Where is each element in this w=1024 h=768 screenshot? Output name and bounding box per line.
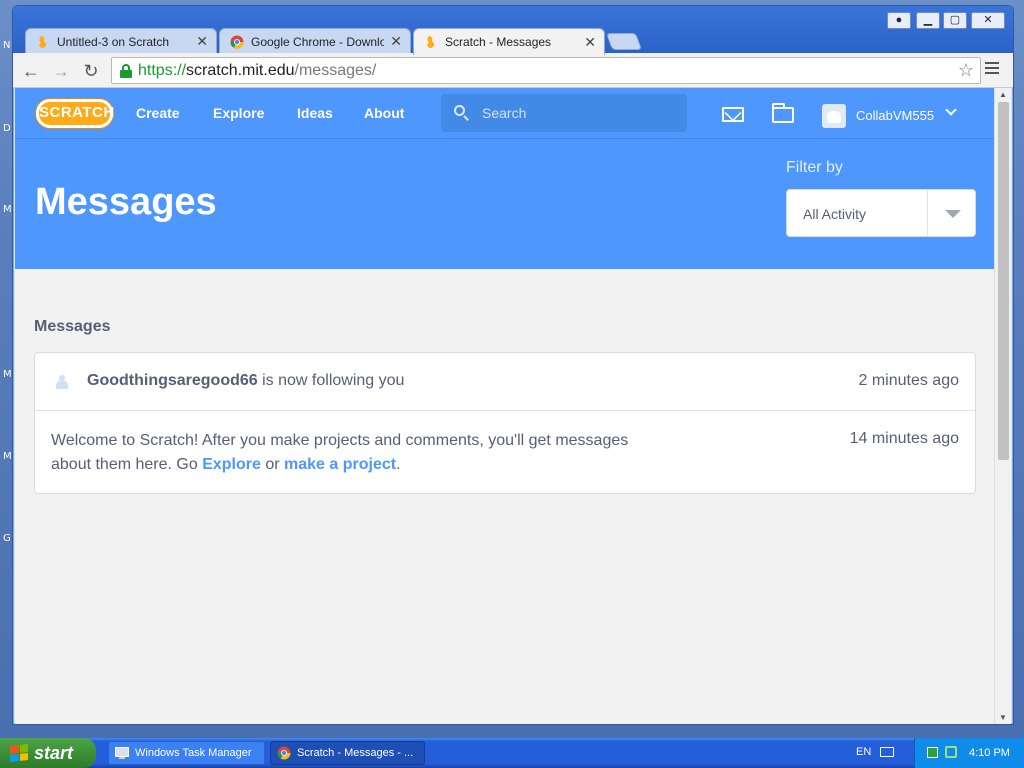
taskbar-item-scratch-messages[interactable]: Scratch - Messages - ... — [270, 741, 425, 765]
taskbar-item-task-manager[interactable]: Windows Task Manager — [108, 741, 265, 765]
taskbar-item-label: Windows Task Manager — [135, 747, 252, 759]
close-tab-icon[interactable]: ✕ — [196, 33, 208, 50]
welcome-text: Welcome to Scratch! After you make proje… — [51, 432, 629, 473]
desktop-icon-label: M — [3, 451, 12, 462]
search-placeholder: Search — [482, 105, 527, 121]
reload-icon[interactable]: ↻ — [79, 59, 103, 83]
minimize-button[interactable]: ▁ — [916, 12, 940, 29]
scratch-logo[interactable]: SCRATCH — [36, 99, 114, 128]
search-input[interactable]: Search — [441, 94, 687, 132]
address-bar[interactable]: https://scratch.mit.edu/messages/ ☆ — [111, 57, 981, 84]
taskbar-item-label: Scratch - Messages - ... — [297, 747, 414, 759]
tray-app-icon[interactable] — [927, 747, 938, 758]
desktop-icon-label: G — [3, 533, 11, 544]
username[interactable]: CollabVM555 — [856, 108, 934, 123]
scrollbar[interactable]: ▲ ▼ — [994, 88, 1011, 724]
desktop-icon-label: M — [3, 204, 12, 215]
messages-banner: Messages Filter by All Activity — [15, 139, 994, 269]
messages-mail-icon[interactable] — [722, 107, 744, 122]
system-tray: 4:10 PM — [914, 738, 1024, 768]
start-label: start — [34, 742, 74, 763]
close-window-button[interactable]: ✕ — [971, 12, 1005, 29]
bookmark-star-icon[interactable]: ☆ — [958, 60, 974, 81]
my-stuff-folder-icon[interactable] — [772, 103, 794, 123]
page-title: Messages — [35, 181, 217, 223]
explore-link[interactable]: Explore — [202, 456, 261, 473]
desktop-icon-label: D — [3, 123, 11, 134]
make-project-link[interactable]: make a project — [284, 456, 396, 473]
start-button[interactable]: start — [0, 738, 96, 768]
filter-label: Filter by — [786, 159, 843, 176]
scratch-navbar: SCRATCH Create Explore Ideas About Searc… — [15, 88, 994, 139]
scratch-favicon-icon — [39, 35, 47, 48]
filter-select[interactable]: All Activity — [786, 189, 976, 237]
forward-arrow-icon[interactable]: → — [49, 59, 73, 83]
close-tab-icon[interactable]: ✕ — [390, 33, 402, 50]
nav-create[interactable]: Create — [136, 105, 180, 121]
message-list: Goodthingsaregood66 is now following you… — [34, 352, 976, 494]
chrome-menu-icon[interactable] — [985, 62, 999, 76]
scratch-favicon-icon — [427, 36, 435, 48]
user-profile-button[interactable]: ● — [887, 12, 911, 29]
section-title: Messages — [34, 318, 111, 335]
task-manager-icon — [115, 747, 129, 759]
tab-untitled-scratch[interactable]: Untitled-3 on Scratch ✕ — [25, 28, 217, 54]
network-icon[interactable] — [945, 746, 957, 758]
scroll-up-icon[interactable]: ▲ — [999, 90, 1007, 99]
caret-down-icon — [945, 210, 961, 218]
nav-about[interactable]: About — [364, 105, 404, 121]
new-tab-button[interactable] — [605, 33, 643, 50]
list-item: Goodthingsaregood66 is now following you… — [35, 353, 975, 411]
avatar[interactable] — [822, 104, 846, 128]
chrome-favicon-icon — [230, 35, 244, 48]
tab-title: Untitled-3 on Scratch — [57, 34, 170, 49]
nav-ideas[interactable]: Ideas — [297, 105, 333, 121]
message-time: 2 minutes ago — [858, 372, 959, 389]
username-link[interactable]: Goodthingsaregood66 — [87, 372, 258, 389]
maximize-button[interactable]: ▢ — [943, 12, 967, 29]
list-item: Welcome to Scratch! After you make proje… — [35, 411, 975, 493]
tab-strip: Untitled-3 on Scratch ✕ Google Chrome - … — [13, 6, 1013, 55]
nav-explore[interactable]: Explore — [213, 105, 264, 121]
scrollbar-thumb[interactable] — [998, 102, 1009, 460]
chrome-icon — [277, 746, 291, 760]
divider — [927, 190, 928, 236]
browser-window: Untitled-3 on Scratch ✕ Google Chrome - … — [12, 5, 1014, 725]
close-tab-icon[interactable]: ✕ — [584, 34, 596, 51]
tab-scratch-messages[interactable]: Scratch - Messages ✕ — [413, 28, 605, 55]
page-viewport: SCRATCH Create Explore Ideas About Searc… — [15, 88, 1011, 724]
tab-title: Scratch - Messages — [445, 35, 552, 49]
url-text: https://scratch.mit.edu/messages/ — [138, 61, 377, 79]
desktop-icon-label: M — [3, 369, 12, 380]
search-icon — [454, 105, 470, 121]
keyboard-icon[interactable] — [880, 747, 894, 757]
message-text: Goodthingsaregood66 is now following you — [87, 372, 405, 389]
tab-title: Google Chrome - Download t — [251, 34, 385, 49]
language-indicator[interactable]: EN — [856, 746, 871, 758]
desktop-icon-label: N — [3, 40, 11, 51]
back-arrow-icon[interactable]: ← — [19, 59, 43, 83]
filter-value: All Activity — [803, 206, 867, 222]
clock: 4:10 PM — [969, 747, 1010, 759]
tab-chrome-download[interactable]: Google Chrome - Download t ✕ — [219, 28, 411, 54]
windows-flag-icon — [10, 744, 28, 762]
follow-user-icon — [56, 375, 68, 389]
chevron-down-icon[interactable] — [945, 104, 957, 116]
browser-toolbar: ← → ↻ https://scratch.mit.edu/messages/ … — [13, 53, 1013, 88]
lock-icon — [120, 63, 132, 78]
message-time: 14 minutes ago — [849, 430, 959, 447]
scroll-down-icon[interactable]: ▼ — [999, 713, 1007, 722]
taskbar: start Windows Task Manager Scratch - Mes… — [0, 738, 1024, 768]
